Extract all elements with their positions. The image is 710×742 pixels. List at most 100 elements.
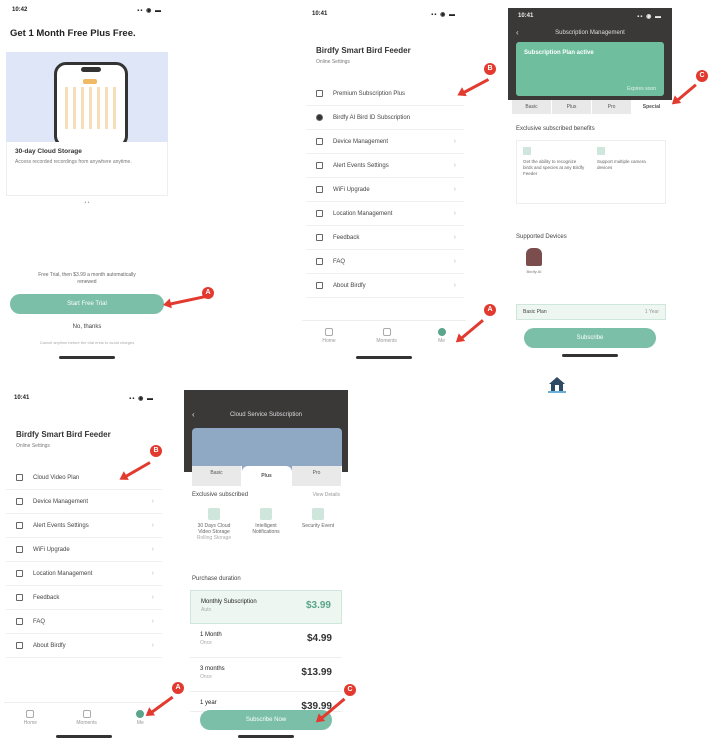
device-subtitle: Online Settings [316, 59, 350, 65]
status-time: 10:41 [518, 13, 534, 19]
footer-text: Cancel anytime before the trial ends to … [39, 340, 135, 345]
benefit-1: Get the ability to recognize birds and s… [517, 141, 591, 203]
menu-item-alert-events[interactable]: Alert Events Settings › [306, 154, 464, 178]
moments-icon [382, 327, 391, 336]
plan-row-label: Basic Plan [523, 309, 547, 315]
status-time: 10:41 [14, 395, 30, 401]
tab-basic[interactable]: Basic [192, 466, 242, 486]
tab-basic[interactable]: Basic [512, 100, 552, 114]
tab-special[interactable]: Special [632, 100, 672, 114]
location-icon [316, 210, 323, 217]
status-icons: ▪▪ ◉ ▬ [431, 12, 456, 18]
plan-price: $13.99 [301, 667, 332, 678]
menu-item-about[interactable]: About Birdfy › [6, 634, 162, 658]
tab-home[interactable]: Home [322, 327, 336, 344]
cloud-icon [316, 90, 323, 97]
plan-option-monthly[interactable]: Monthly Subscription Auto $3.99 [190, 590, 342, 624]
view-details-link[interactable]: View Details [313, 492, 340, 498]
no-thanks-link[interactable]: No, thanks [2, 324, 172, 330]
menu-label: About Birdfy [33, 642, 66, 649]
panel-subscription-management: 10:41 ▪▪ ◉ ▬ ‹ Subscription Management S… [508, 8, 672, 360]
home-indicator [562, 354, 618, 357]
menu-item-premium[interactable]: Premium Subscription Plus [306, 82, 464, 106]
alert-icon [316, 162, 323, 169]
menu-item-location[interactable]: Location Management › [306, 202, 464, 226]
device-name: Birdfy AI [526, 269, 542, 274]
plan-row[interactable]: Basic Plan 1 Year [516, 304, 666, 320]
menu-label: FAQ [333, 258, 346, 265]
menu-item-device-management[interactable]: Device Management › [306, 130, 464, 154]
menu-item-ai-bird-id[interactable]: Birdfy AI Bird ID Subscription [306, 106, 464, 130]
chevron-right-icon: › [453, 282, 456, 289]
start-trial-button[interactable]: Start Free Trial [10, 294, 164, 314]
panel-free-trial: 10:42 ▪▪ ◉ ▬ Get 1 Month Free Plus Free.… [2, 2, 172, 362]
section-benefits-title: Exclusive subscribed benefits [516, 126, 595, 132]
subscribe-now-button[interactable]: Subscribe Now [200, 710, 332, 730]
status-icons: ▪▪ ◉ ▬ [137, 8, 162, 14]
plan-tabs: Basic Plus Pro Special [512, 100, 672, 114]
wifi-icon [316, 186, 323, 193]
menu-item-location[interactable]: Location Management › [6, 562, 162, 586]
menu-item-wifi-upgrade[interactable]: WiFi Upgrade › [6, 538, 162, 562]
recognize-icon [523, 147, 531, 155]
status-time: 10:41 [312, 11, 328, 17]
annotation-arrow-a [167, 294, 208, 306]
tab-home[interactable]: Home [24, 709, 37, 726]
tab-plus[interactable]: Plus [552, 100, 592, 114]
alert-icon [16, 522, 23, 529]
plan-row-value: 1 Year [644, 309, 659, 315]
header-title: Cloud Service Subscription [229, 412, 303, 418]
house-logo-icon [548, 376, 566, 394]
annotation-marker-a2: A [484, 304, 496, 316]
device-icon [316, 138, 323, 145]
tab-plus[interactable]: Plus [242, 466, 292, 486]
device-icon [16, 498, 23, 505]
bottom-tab-bar: Home Moments Me [4, 702, 164, 732]
subscribe-button[interactable]: Subscribe [524, 328, 656, 348]
chevron-right-icon: › [453, 234, 456, 241]
menu-item-device-management[interactable]: Device Management › [6, 490, 162, 514]
menu-label: Premium Subscription Plus [333, 90, 406, 97]
feature-notifications: Intelligent Notifications [244, 508, 288, 541]
feature-title: 30-day Cloud Storage [15, 148, 82, 155]
feedback-icon [316, 234, 323, 241]
section-duration-title: Purchase duration [192, 576, 241, 582]
menu-item-about[interactable]: About Birdfy › [306, 274, 464, 298]
tab-moments[interactable]: Moments [376, 327, 397, 344]
menu-label: Alert Events Settings [333, 162, 389, 169]
features-row: 30 Days Cloud Video Storage Rolling Stora… [188, 508, 344, 541]
chevron-right-icon: › [453, 258, 456, 265]
section-features-title: Exclusive subscribed [192, 492, 249, 498]
menu-item-faq[interactable]: FAQ › [6, 610, 162, 634]
promo-image [6, 52, 168, 142]
feature-desc: Access recorded recordings from anywhere… [15, 159, 132, 165]
header-dark: ‹ Cloud Service Subscription [184, 390, 348, 474]
plan-option-1-month[interactable]: 1 Month Once $4.99 [190, 624, 342, 658]
menu-item-feedback[interactable]: Feedback › [306, 226, 464, 250]
feature-card: 30-day Cloud Storage Access recorded rec… [6, 142, 168, 196]
plan-tabs: Basic Plus Pro [192, 466, 342, 486]
menu-item-faq[interactable]: FAQ › [306, 250, 464, 274]
menu-item-alert-events[interactable]: Alert Events Settings › [6, 514, 162, 538]
tab-moments[interactable]: Moments [76, 709, 97, 726]
home-indicator [59, 356, 115, 359]
status-bar: 10:41 ▪▪ ◉ ▬ [4, 390, 164, 406]
tab-pro[interactable]: Pro [292, 466, 342, 486]
menu-item-feedback[interactable]: Feedback › [6, 586, 162, 610]
annotation-marker-a: A [202, 287, 214, 299]
menu-item-wifi-upgrade[interactable]: WiFi Upgrade › [306, 178, 464, 202]
menu-label: FAQ [33, 618, 46, 625]
status-icons: ▪▪ ◉ ▬ [637, 14, 662, 20]
plan-price: $4.99 [306, 633, 332, 644]
chevron-right-icon: › [151, 642, 154, 649]
menu-label: WiFi Upgrade [333, 186, 370, 193]
feature-cloud-storage: 30 Days Cloud Video Storage Rolling Stora… [192, 508, 236, 541]
chevron-right-icon: › [453, 162, 456, 169]
plan-option-3-months[interactable]: 3 months Once $13.99 [190, 658, 342, 692]
plan-option-1-year[interactable]: 1 year $39.99 [190, 692, 342, 712]
benefit-2: Support multiple camera devices [591, 141, 665, 203]
chevron-right-icon: › [151, 522, 154, 529]
tab-me[interactable]: Me [437, 327, 446, 344]
panel-device-menu: 10:41 ▪▪ ◉ ▬ Birdfy Smart Bird Feeder On… [302, 4, 466, 360]
tab-pro[interactable]: Pro [592, 100, 632, 114]
